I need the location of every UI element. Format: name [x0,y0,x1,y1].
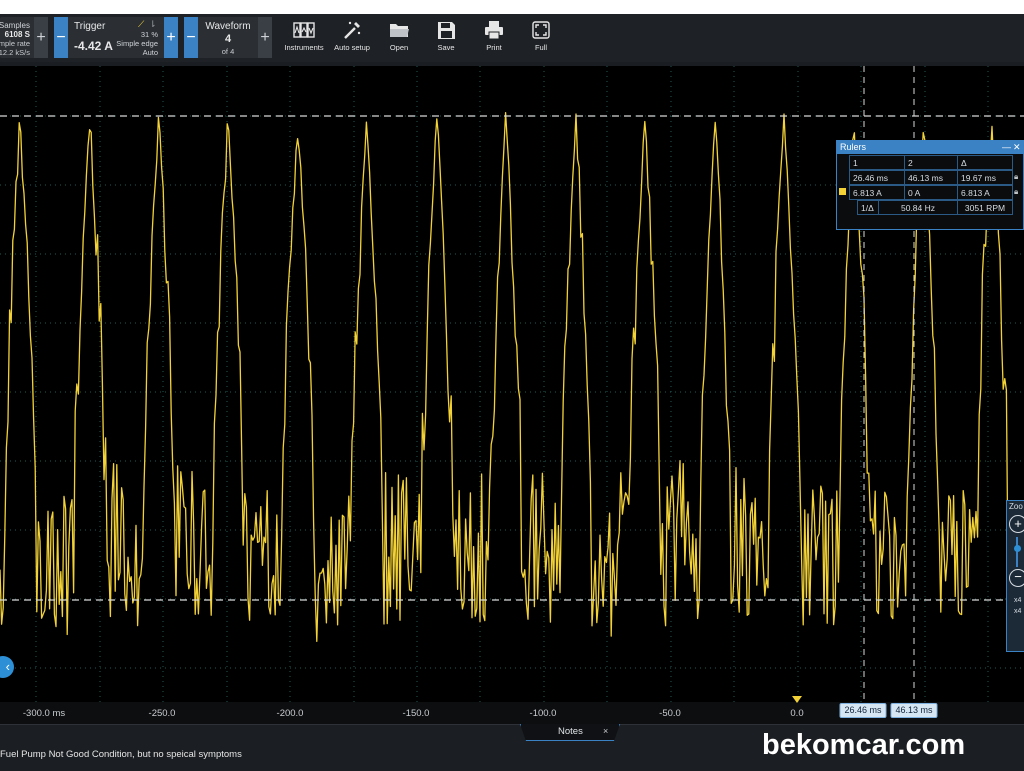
full-label: Full [534,43,548,52]
save-label: Save [437,43,455,52]
magic-wand-icon [344,21,361,39]
samples-value: 6108 S [4,30,30,39]
trigger-label: Trigger [74,21,106,32]
rulers-col-delta: Δ [957,155,1013,170]
ruler-2-time[interactable]: 46.13 ms [904,170,958,185]
zoom-panel: Zoo + − x4 x4 [1006,500,1024,652]
printer-icon [485,21,503,40]
ruler-1-amplitude[interactable]: 6.813 A [849,185,905,200]
toolbar: Samples 6108 S mple rate 12.2 kS/s + − T… [0,14,1024,62]
trigger-marker-icon[interactable] [792,696,802,703]
zoom-slider-handle[interactable] [1014,545,1021,552]
waveform-label: Waveform [205,21,251,32]
ruler-1-time[interactable]: 26.46 ms [849,170,905,185]
close-icon[interactable]: ✕ [1013,141,1021,154]
notes-bar: Notes × Fuel Pump Not Good Condition, bu… [0,724,1024,771]
instruments-label: Instruments [284,43,324,52]
open-label: Open [389,43,409,52]
zoom-level-y: x4 [1014,608,1022,615]
save-icon [438,22,455,39]
trigger-group: − Trigger -4.42 A ⟋ ⇂ 31 % Simple edge A… [54,17,178,58]
waveform-next-button[interactable]: + [258,17,272,58]
fullscreen-icon [532,21,550,39]
watermark: bekomcar.com [762,729,966,761]
folder-icon [390,24,409,37]
trigger-increase-button[interactable]: + [164,17,178,58]
samples-group: Samples 6108 S mple rate 12.2 kS/s + [0,17,48,58]
zoom-in-button[interactable]: + [1009,515,1024,533]
rising-edge-icon: ⟋ [138,19,145,29]
ruler-2-tag[interactable]: 46.13 ms [890,703,938,718]
samples-increase-button[interactable]: + [34,17,48,58]
x-tick-label: 0.0 [790,708,804,719]
save-button[interactable]: Save [420,16,472,60]
rulers-col-1: 1 [849,155,905,170]
zoom-level-x: x4 [1014,597,1022,604]
rulers-header[interactable]: Rulers — ✕ [837,141,1023,154]
x-tick-label: -50.0 [659,708,681,719]
trigger-indicator-icon: ⇂ [149,19,157,29]
notes-close-icon[interactable]: × [603,726,608,736]
zoom-track [1016,537,1018,567]
waveform-count: of 4 [221,47,235,56]
samples-label: Samples [0,21,30,30]
trigger-percent: 31 % [140,30,158,39]
auto-setup-label: Auto setup [334,43,370,52]
x-tick-label: -100.0 [529,708,557,719]
scope-app: Samples 6108 S mple rate 12.2 kS/s + − T… [0,14,1024,771]
time-delta: 19.67 ms [957,170,1013,185]
open-button[interactable]: Open [373,16,425,60]
x-tick-label: -150.0 [402,708,430,719]
instruments-button[interactable]: Instruments [278,16,330,60]
trigger-value[interactable]: -4.42 A [74,39,113,53]
trigger-decrease-button[interactable]: − [54,17,68,58]
ruler-1-tag[interactable]: 26.46 ms [839,703,887,718]
frequency-label: 1/Δ [857,200,879,215]
x-tick-label: -200.0 [276,708,304,719]
notes-tab[interactable]: Notes × [520,724,620,741]
trigger-auto: Auto [142,48,158,57]
sample-rate-value: 12.2 kS/s [0,48,30,57]
waveform-previous-button[interactable]: − [184,17,198,58]
waveform-value: 4 [224,33,232,45]
frequency-hz: 50.84 Hz [878,200,958,215]
minimize-icon[interactable]: — [1002,141,1011,154]
sample-rate-label: mple rate [0,39,30,48]
lock-icon[interactable]: 🔒︎ [1014,187,1018,197]
ruler-2-amplitude[interactable]: 0 A [904,185,958,200]
rulers-col-2: 2 [904,155,958,170]
trigger-mode: Simple edge [116,39,158,48]
time-axis: -300.0 ms -250.0 -200.0 -150.0 -100.0 -5… [0,696,1024,724]
x-tick-label: -300.0 ms [22,708,66,719]
notes-text: Fuel Pump Not Good Condition, but no spe… [0,749,242,760]
full-button[interactable]: Full [515,16,567,60]
zoom-label: Zoo [1009,502,1023,511]
notes-tab-label: Notes [558,726,583,737]
rulers-panel: Rulers — ✕ 1 2 Δ 26.46 ms 46.13 ms 19.67… [836,140,1024,230]
print-button[interactable]: Print [468,16,520,60]
waveform-plot[interactable]: ‹ Rulers — ✕ 1 2 Δ 26.46 ms 46.13 ms 19.… [0,66,1024,702]
print-label: Print [486,43,502,52]
auto-setup-button[interactable]: Auto setup [326,16,378,60]
channel-a-swatch [839,188,846,195]
zoom-out-button[interactable]: − [1009,569,1024,587]
rulers-title: Rulers [840,142,867,152]
amplitude-delta: 6.813 A [957,185,1013,200]
lock-icon[interactable]: 🔒︎ [1014,172,1018,182]
instruments-icon [293,22,315,38]
frequency-rpm: 3051 RPM [957,200,1013,215]
x-tick-label: -250.0 [148,708,176,719]
waveform-group: − Waveform 4 of 4 + [184,17,272,58]
